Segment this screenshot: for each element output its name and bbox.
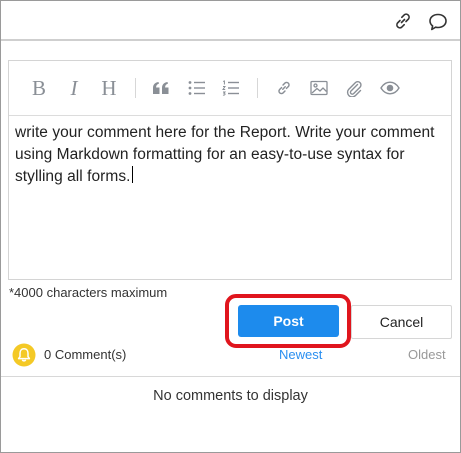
sort-newest-link[interactable]: Newest [279,347,322,362]
toolbar-separator [257,78,258,98]
quote-icon[interactable] [150,75,172,101]
comment-textarea[interactable]: write your comment here for the Report. … [15,122,445,188]
comments-header: 0 Comment(s) Newest Oldest [1,341,460,377]
preview-eye-icon[interactable] [379,75,401,101]
heading-icon[interactable]: H [98,75,120,101]
link-icon[interactable] [392,10,414,32]
link-icon[interactable] [273,75,295,101]
italic-icon[interactable]: I [64,75,84,101]
comment-editor: B I H write your comment here for the Re… [8,60,452,280]
bold-icon[interactable]: B [29,75,49,101]
empty-comments-message: No comments to display [153,388,308,404]
comment-panel: B I H write your comment here for the Re… [0,0,461,453]
character-limit-note: *4000 characters maximum [9,285,168,300]
bulleted-list-icon[interactable] [186,75,208,101]
text-caret [131,166,133,183]
comment-text: write your comment here for the Report. … [15,124,435,185]
cancel-button[interactable]: Cancel [351,305,452,339]
attachment-icon[interactable] [343,75,365,101]
toolbar-separator [135,78,136,98]
post-button[interactable]: Post [238,305,339,337]
panel-header [1,1,460,41]
editor-toolbar: B I H [9,61,451,116]
comment-count: 0 Comment(s) [44,347,127,362]
image-icon[interactable] [308,75,330,101]
sort-oldest-link[interactable]: Oldest [408,347,446,362]
numbered-list-icon[interactable] [220,75,242,101]
bell-icon [12,343,36,367]
speech-bubble-icon[interactable] [427,11,449,33]
